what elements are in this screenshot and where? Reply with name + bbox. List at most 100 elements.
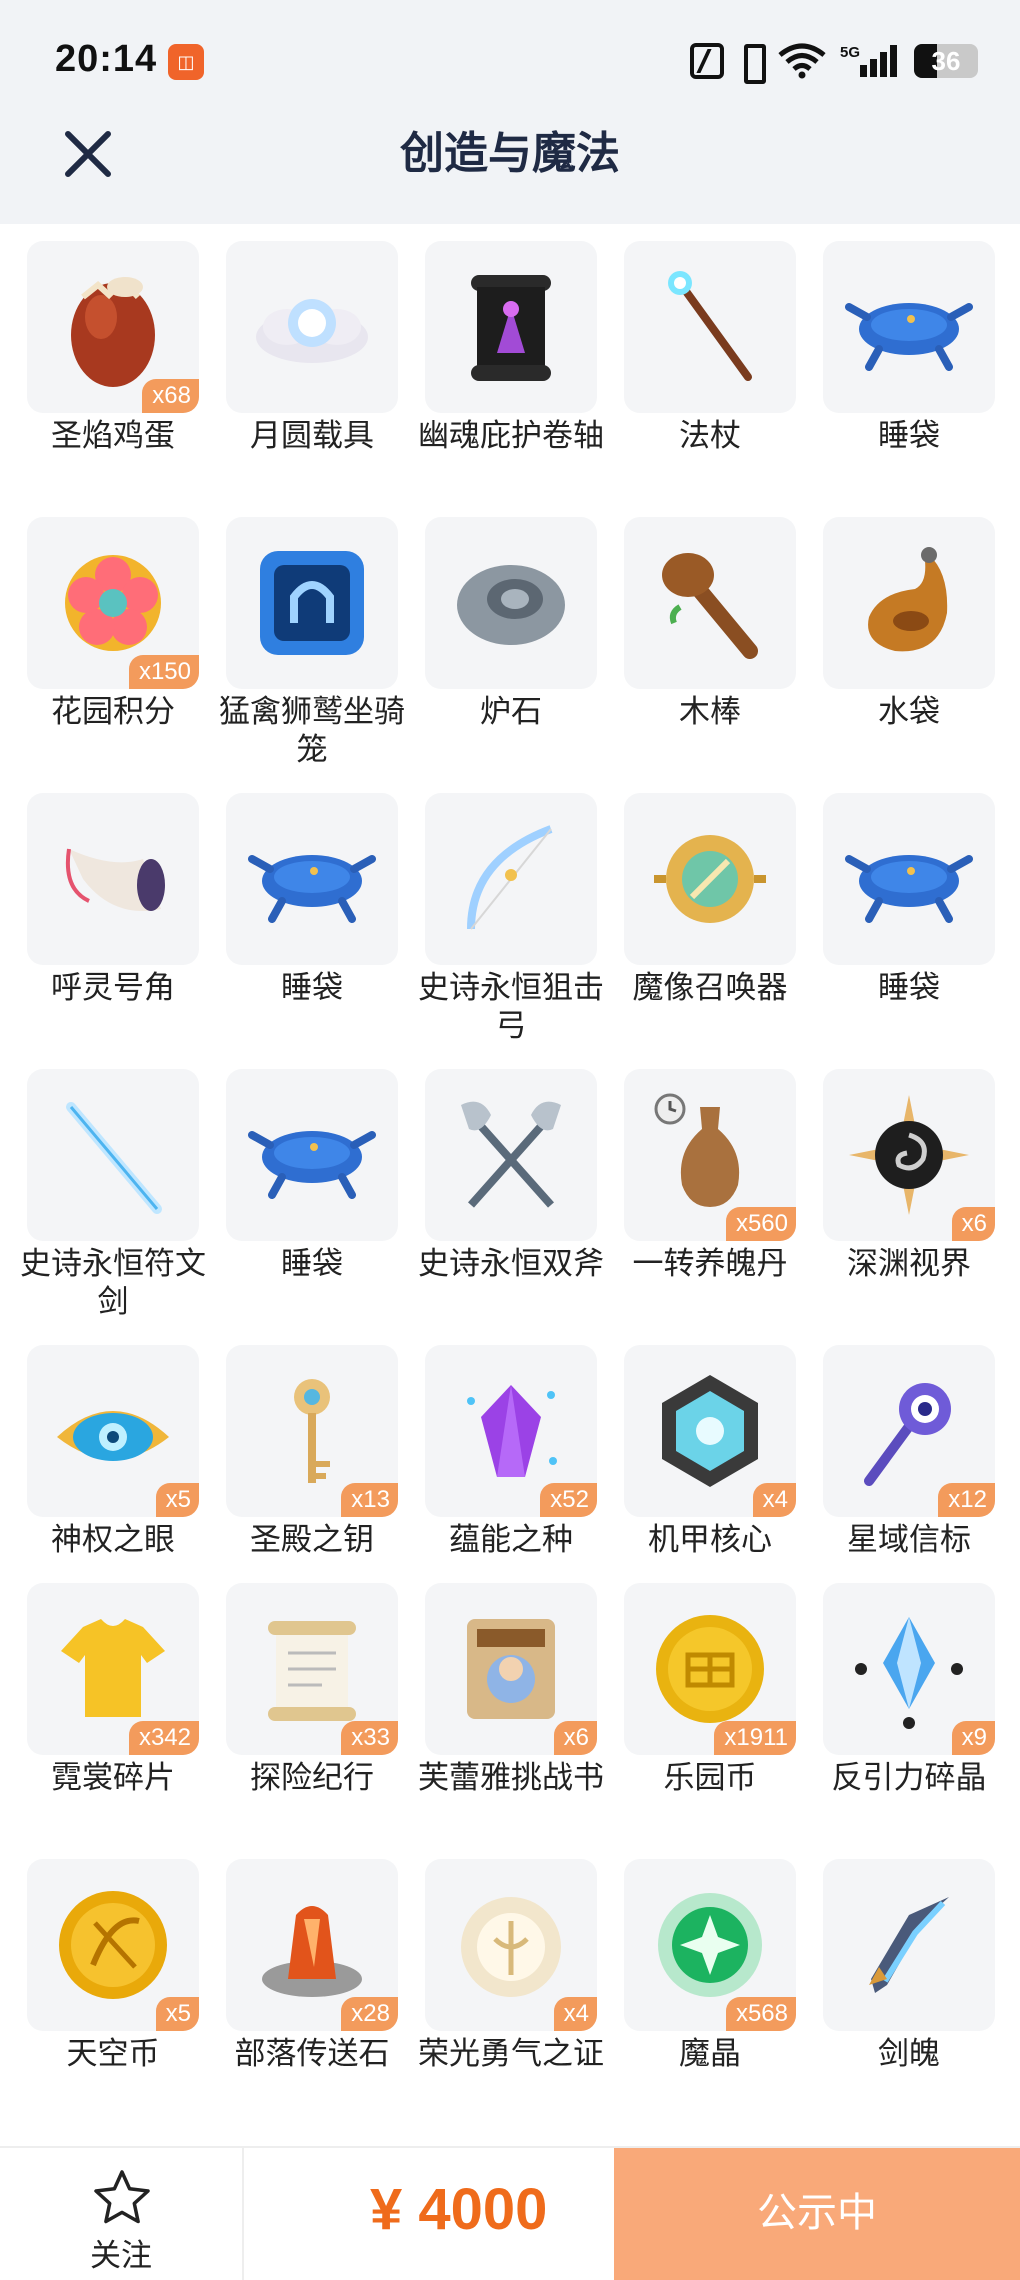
page-title: 创造与魔法 <box>400 129 620 178</box>
item-card[interactable]: 呼灵号角 <box>27 793 199 1007</box>
item-card[interactable]: 睡袋 <box>823 793 995 1007</box>
mech-core-icon <box>662 1375 758 1487</box>
item-label: 圣殿之钥 <box>250 1522 374 1557</box>
item-card[interactable]: 法杖 <box>624 241 796 455</box>
item-label: 魔晶 <box>679 2036 741 2071</box>
item-card[interactable]: x4 机甲核心 <box>624 1345 796 1559</box>
item-thumbnail: x150 <box>27 517 199 689</box>
item-label: 蕴能之种 <box>449 1522 573 1557</box>
item-thumbnail: x9 <box>823 1583 995 1755</box>
wifi-icon <box>778 43 826 79</box>
water-bag-icon <box>868 547 948 652</box>
network-label: 5G <box>840 44 860 61</box>
item-card[interactable]: 水袋 <box>823 517 995 731</box>
scroll-paper-icon <box>268 1621 356 1721</box>
item-label: 神权之眼 <box>51 1522 175 1557</box>
item-label: 史诗永恒狙击弓 <box>418 970 604 1043</box>
item-card[interactable]: x6 深渊视界 <box>823 1069 995 1283</box>
item-card[interactable]: x52 蕴能之种 <box>425 1345 597 1559</box>
item-thumbnail <box>823 1859 995 2031</box>
item-thumbnail: x68 <box>27 241 199 413</box>
sleeping-bag-icon <box>248 855 376 923</box>
item-thumbnail <box>823 241 995 413</box>
item-card[interactable]: 魔像召唤器 <box>624 793 796 1007</box>
item-thumbnail: x12 <box>823 1345 995 1517</box>
item-thumbnail <box>624 517 796 689</box>
item-card[interactable]: 睡袋 <box>226 793 398 1007</box>
flower-icon <box>65 555 161 651</box>
hearthstone-icon <box>457 565 565 645</box>
item-card[interactable]: x9 反引力碎晶 <box>823 1583 995 1797</box>
item-card[interactable]: x33 探险纪行 <box>226 1583 398 1797</box>
sword-soul-icon <box>869 1897 949 1993</box>
item-thumbnail: x5 <box>27 1345 199 1517</box>
emblem-icon <box>461 1897 561 1997</box>
item-thumbnail: x4 <box>425 1859 597 2031</box>
item-thumbnail: x568 <box>624 1859 796 2031</box>
item-label: 睡袋 <box>878 970 940 1005</box>
item-label: 荣光勇气之证 <box>418 2036 604 2071</box>
count-badge: x560 <box>725 1207 796 1241</box>
item-card[interactable]: x150 花园积分 <box>27 517 199 731</box>
item-thumbnail: x342 <box>27 1583 199 1755</box>
count-badge: x568 <box>725 1997 796 2031</box>
item-card[interactable]: 炉石 <box>425 517 597 731</box>
bilibili-icon: ◫ <box>168 44 204 80</box>
publicity-button[interactable]: 公示中 <box>614 2148 1020 2280</box>
key-icon <box>294 1379 330 1483</box>
item-thumbnail: x1911 <box>624 1583 796 1755</box>
follow-button[interactable]: 关注 <box>0 2148 244 2280</box>
item-card[interactable]: x5 天空币 <box>27 1859 199 2073</box>
count-badge: x9 <box>951 1721 995 1755</box>
beacon-icon <box>864 1383 951 1486</box>
item-card[interactable]: x4 荣光勇气之证 <box>418 1859 604 2073</box>
eye-icon <box>57 1411 169 1461</box>
item-label: 天空币 <box>66 2036 160 2071</box>
count-badge: x1911 <box>714 1721 796 1755</box>
cage-icon <box>260 551 364 655</box>
item-card[interactable]: 睡袋 <box>823 241 995 455</box>
nfc-icon <box>690 43 724 79</box>
item-thumbnail <box>425 517 597 689</box>
item-label: 幽魂庇护卷轴 <box>418 418 604 453</box>
item-label: 霓裳碎片 <box>51 1760 175 1795</box>
item-card[interactable]: x28 部落传送石 <box>226 1859 398 2073</box>
item-card[interactable]: x560 一转养魄丹 <box>624 1069 796 1283</box>
abyss-icon <box>849 1095 969 1215</box>
count-badge: x5 <box>155 1997 199 2031</box>
wanted-poster-icon <box>467 1619 555 1719</box>
count-badge: x12 <box>938 1483 995 1517</box>
item-card[interactable]: x6 芙蕾雅挑战书 <box>418 1583 604 1797</box>
count-badge: x5 <box>155 1483 199 1517</box>
item-card[interactable]: 猛禽狮鹫坐骑笼 <box>219 517 405 769</box>
shirt-icon <box>61 1619 165 1717</box>
count-badge: x33 <box>341 1721 398 1755</box>
item-card[interactable]: 月圆载具 <box>226 241 398 455</box>
item-label: 睡袋 <box>281 1246 343 1281</box>
item-card[interactable]: x12 星域信标 <box>823 1345 995 1559</box>
item-card[interactable]: 史诗永恒狙击弓 <box>418 793 604 1045</box>
count-badge: x6 <box>553 1721 597 1755</box>
item-card[interactable]: x5 神权之眼 <box>27 1345 199 1559</box>
item-card[interactable]: x13 圣殿之钥 <box>226 1345 398 1559</box>
summoner-icon <box>654 835 766 923</box>
item-card[interactable]: 史诗永恒符文剑 <box>20 1069 206 1321</box>
bow-icon <box>467 825 553 930</box>
sky-coin-icon <box>59 1891 167 1999</box>
item-card[interactable]: x68 圣焰鸡蛋 <box>27 241 199 455</box>
item-card[interactable]: x1911 乐园币 <box>624 1583 796 1797</box>
item-thumbnail <box>226 793 398 965</box>
item-label: 芙蕾雅挑战书 <box>418 1760 604 1795</box>
item-label: 反引力碎晶 <box>831 1760 987 1795</box>
item-thumbnail: x4 <box>624 1345 796 1517</box>
item-card[interactable]: x568 魔晶 <box>624 1859 796 2073</box>
item-card[interactable]: 剑魄 <box>823 1859 995 2073</box>
sleeping-bag-icon <box>845 303 973 371</box>
item-thumbnail <box>226 241 398 413</box>
item-card[interactable]: 史诗永恒双斧 <box>418 1069 604 1283</box>
item-card[interactable]: 木棒 <box>624 517 796 731</box>
item-card[interactable]: 睡袋 <box>226 1069 398 1283</box>
item-card[interactable]: x342 霓裳碎片 <box>27 1583 199 1797</box>
item-label: 呼灵号角 <box>51 970 175 1005</box>
item-card[interactable]: 幽魂庇护卷轴 <box>418 241 604 455</box>
